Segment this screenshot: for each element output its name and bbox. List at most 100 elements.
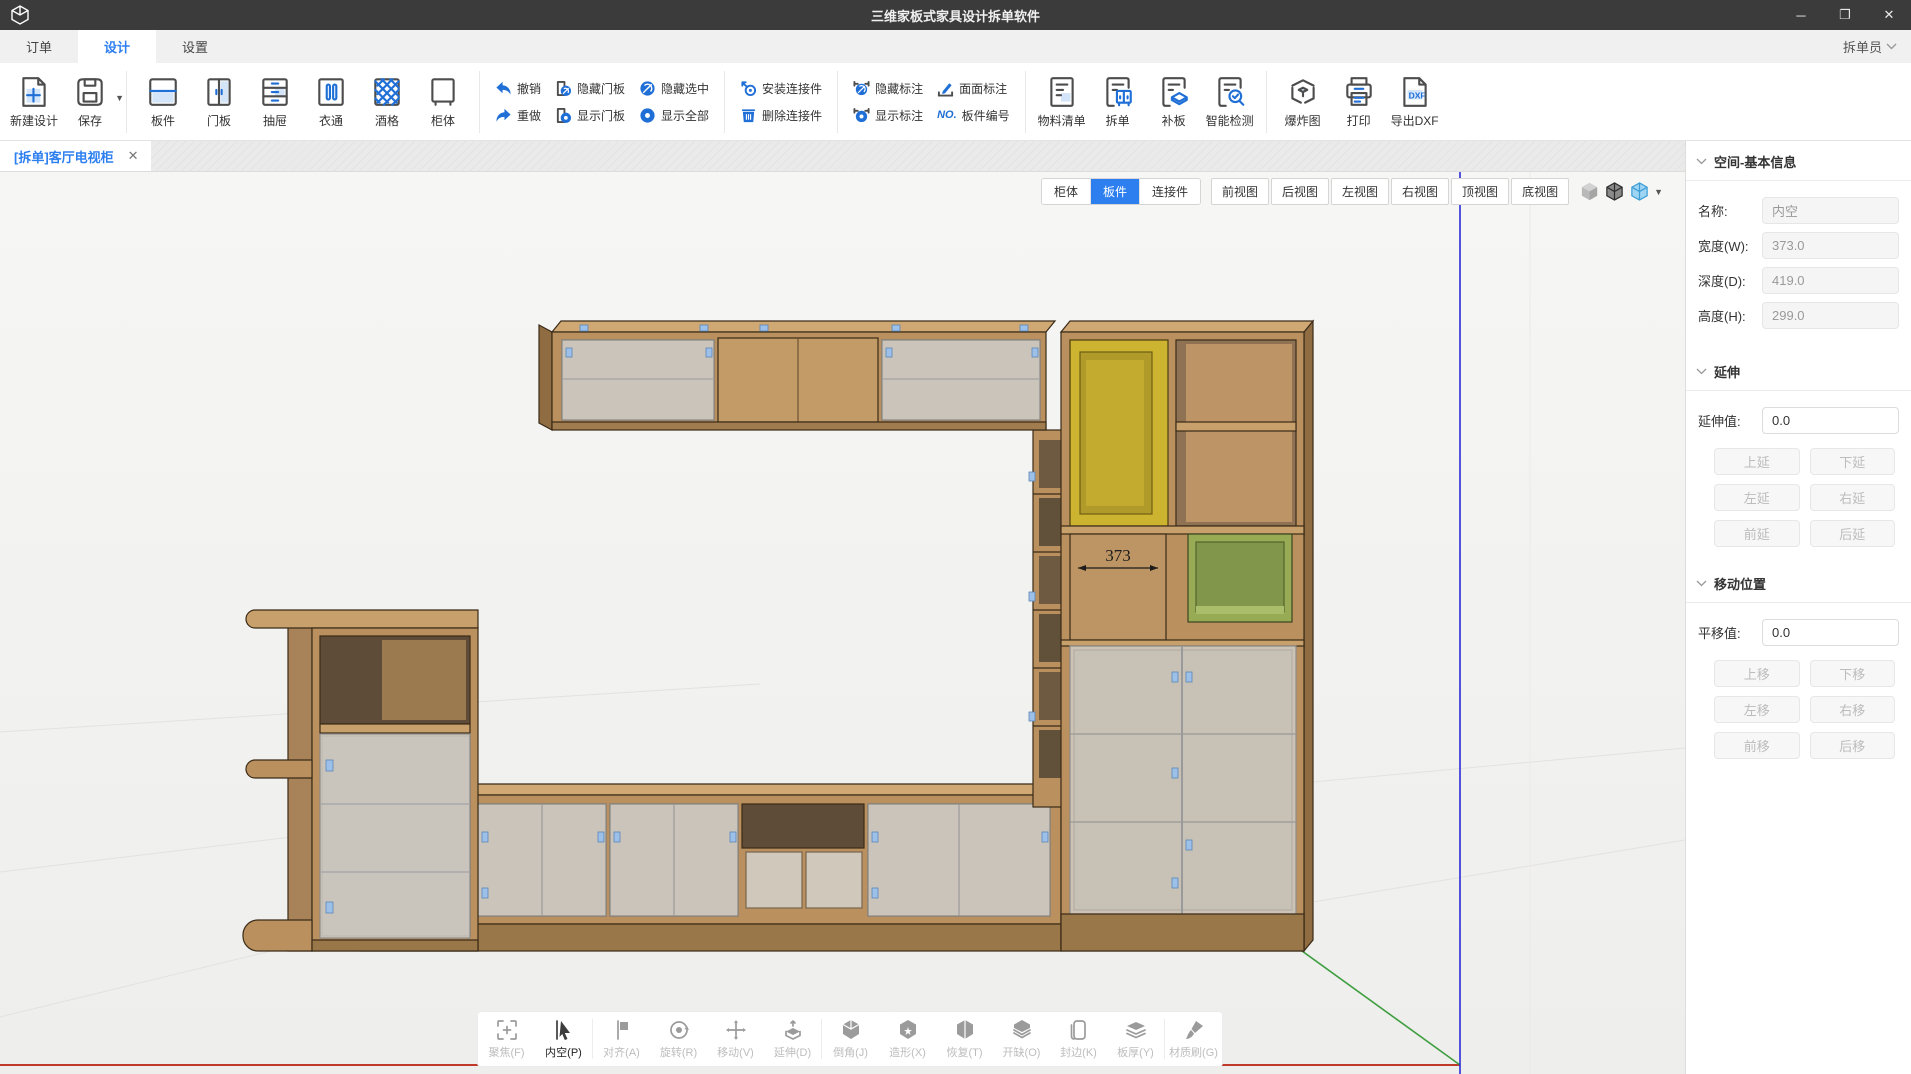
move-back-button[interactable]: 后移 (1810, 732, 1896, 759)
new-design-button[interactable]: 新建设计 (6, 67, 62, 137)
extend-down-button[interactable]: 下延 (1810, 448, 1896, 475)
add-board-button[interactable]: 补板 (1146, 67, 1202, 137)
hide-selected-button[interactable]: 隐藏选中 (632, 76, 716, 101)
add-board-icon (1157, 75, 1191, 109)
save-button[interactable]: 保存 ▼ (62, 67, 118, 137)
rotate-tool[interactable]: 旋转(R) (650, 1012, 707, 1066)
right-tower[interactable] (1061, 321, 1313, 951)
front-view-button[interactable]: 前视图 (1211, 178, 1269, 205)
user-role-dropdown[interactable]: 拆单员 (1843, 37, 1897, 56)
move-left-button[interactable]: 左移 (1714, 696, 1800, 723)
render-style-caret-icon[interactable]: ▼ (1654, 187, 1663, 197)
undo-button[interactable]: 撤销 (488, 76, 548, 101)
wine-rack-button[interactable]: 酒格 (359, 67, 415, 137)
hanging-rod-button[interactable]: 衣通 (303, 67, 359, 137)
show-annotation-button[interactable]: 显示标注 (846, 103, 930, 128)
smart-check-button[interactable]: 智能检测 (1202, 67, 1258, 137)
edge-banding-tool[interactable]: 封边(K) (1050, 1012, 1107, 1066)
menu-tab-settings[interactable]: 设置 (156, 30, 234, 63)
extend-back-button[interactable]: 后延 (1810, 520, 1896, 547)
hide-doors-button[interactable]: 隐藏门板 (548, 76, 632, 101)
minimize-icon[interactable]: ─ (1779, 0, 1823, 30)
3d-scene[interactable]: 373 (0, 172, 1685, 1074)
panel-number-button[interactable]: NO. 板件编号 (930, 103, 1017, 128)
show-all-button[interactable]: 显示全部 (632, 103, 716, 128)
bridge-cabinets[interactable] (539, 321, 1055, 430)
redo-button[interactable]: 重做 (488, 103, 548, 128)
move-button-grid: 上移 下移 左移 右移 前移 后移 (1698, 654, 1899, 761)
extend-value-input[interactable] (1762, 407, 1899, 434)
menu-tab-order[interactable]: 订单 (0, 30, 78, 63)
drawer-button[interactable]: 抽屉 (247, 67, 303, 137)
show-doors-button[interactable]: 显示门板 (548, 103, 632, 128)
bottom-view-button[interactable]: 底视图 (1511, 178, 1569, 205)
move-right-button[interactable]: 右移 (1810, 696, 1896, 723)
print-button[interactable]: 打印 (1331, 67, 1387, 137)
install-connector-button[interactable]: 安装连接件 (733, 76, 829, 101)
restore-icon[interactable]: ❐ (1823, 0, 1867, 30)
left-tower[interactable] (243, 610, 478, 951)
close-icon[interactable]: ✕ (1867, 0, 1911, 30)
move-value-input[interactable] (1762, 619, 1899, 646)
exploded-view-button[interactable]: 爆炸图 (1275, 67, 1331, 137)
tab-close-icon[interactable]: ✕ (128, 148, 139, 164)
align-icon (610, 1018, 634, 1042)
top-view-button[interactable]: 顶视图 (1451, 178, 1509, 205)
hide-annotation-button[interactable]: 隐藏标注 (846, 76, 930, 101)
selected-compartment-yellow[interactable] (1070, 340, 1168, 526)
extend-tool[interactable]: 延伸(D) (764, 1012, 821, 1066)
mode-cabinet-button[interactable]: 柜体 (1042, 179, 1091, 204)
wireframe-cube-icon[interactable] (1604, 181, 1625, 202)
extend-up-button[interactable]: 上延 (1714, 448, 1800, 475)
3d-viewport[interactable]: 373 柜体 板件 连接件 前视图 后视图 左视图 右视图 顶视图 底视图 (0, 172, 1685, 1074)
door-panel-button[interactable]: 门板 (191, 67, 247, 137)
panel-button[interactable]: 板件 (135, 67, 191, 137)
save-dropdown-caret-icon[interactable]: ▼ (115, 93, 124, 103)
solid-cube-icon[interactable] (1579, 181, 1600, 202)
board-thickness-tool[interactable]: 板厚(Y) (1107, 1012, 1164, 1066)
face-annotation-button[interactable]: 面面标注 (930, 76, 1017, 101)
render-style-group[interactable]: ▼ (1579, 181, 1663, 202)
field-row-move-value: 平移值: (1698, 619, 1899, 646)
split-order-button[interactable]: 拆单 (1090, 67, 1146, 137)
extend-front-button[interactable]: 前延 (1714, 520, 1800, 547)
section-header-basic-info[interactable]: 空间-基本信息 (1686, 141, 1911, 181)
chamfer-tool[interactable]: 倒角(J) (822, 1012, 879, 1066)
delete-connector-button[interactable]: 删除连接件 (733, 103, 829, 128)
back-view-button[interactable]: 后视图 (1271, 178, 1329, 205)
mode-connector-button[interactable]: 连接件 (1140, 179, 1200, 204)
move-tool[interactable]: 移动(V) (707, 1012, 764, 1066)
material-brush-tool[interactable]: 材质刷(G) (1165, 1012, 1222, 1066)
extend-right-button[interactable]: 右延 (1810, 484, 1896, 511)
restore-tool[interactable]: 恢复(T) (936, 1012, 993, 1066)
align-tool[interactable]: 对齐(A) (593, 1012, 650, 1066)
mode-panel-button[interactable]: 板件 (1091, 179, 1140, 204)
move-down-button[interactable]: 下移 (1810, 660, 1896, 687)
undo-icon (495, 80, 512, 97)
restore-cube-icon (953, 1018, 977, 1042)
move-front-button[interactable]: 前移 (1714, 732, 1800, 759)
printer-icon (1342, 75, 1376, 109)
section-header-move[interactable]: 移动位置 (1686, 563, 1911, 603)
hanging-rod-icon (314, 75, 348, 109)
section-header-extend[interactable]: 延伸 (1686, 351, 1911, 391)
notch-tool[interactable]: 开缺(O) (993, 1012, 1050, 1066)
selected-compartment-green[interactable] (1188, 534, 1292, 622)
export-dxf-button[interactable]: DXF 导出DXF (1387, 67, 1443, 137)
move-up-button[interactable]: 上移 (1714, 660, 1800, 687)
glass-cube-icon[interactable] (1629, 181, 1650, 202)
shape-tool[interactable]: 造形(X) (879, 1012, 936, 1066)
document-tab[interactable]: [拆单]客厅电视柜 ✕ (0, 141, 151, 171)
menu-bar: 订单 设计 设置 拆单员 (0, 30, 1911, 63)
inner-space-tool[interactable]: 内空(P) (535, 1012, 592, 1066)
right-view-button[interactable]: 右视图 (1391, 178, 1449, 205)
extend-left-button[interactable]: 左延 (1714, 484, 1800, 511)
focus-tool[interactable]: 聚焦(F) (478, 1012, 535, 1066)
left-view-button[interactable]: 左视图 (1331, 178, 1389, 205)
menu-tab-design[interactable]: 设计 (78, 30, 156, 63)
cabinet-body-button[interactable]: 柜体 (415, 67, 471, 137)
field-row-extend-value: 延伸值: (1698, 407, 1899, 434)
material-list-button[interactable]: 物料清单 (1034, 67, 1090, 137)
chevron-down-icon (1696, 368, 1707, 375)
save-icon (73, 75, 107, 109)
